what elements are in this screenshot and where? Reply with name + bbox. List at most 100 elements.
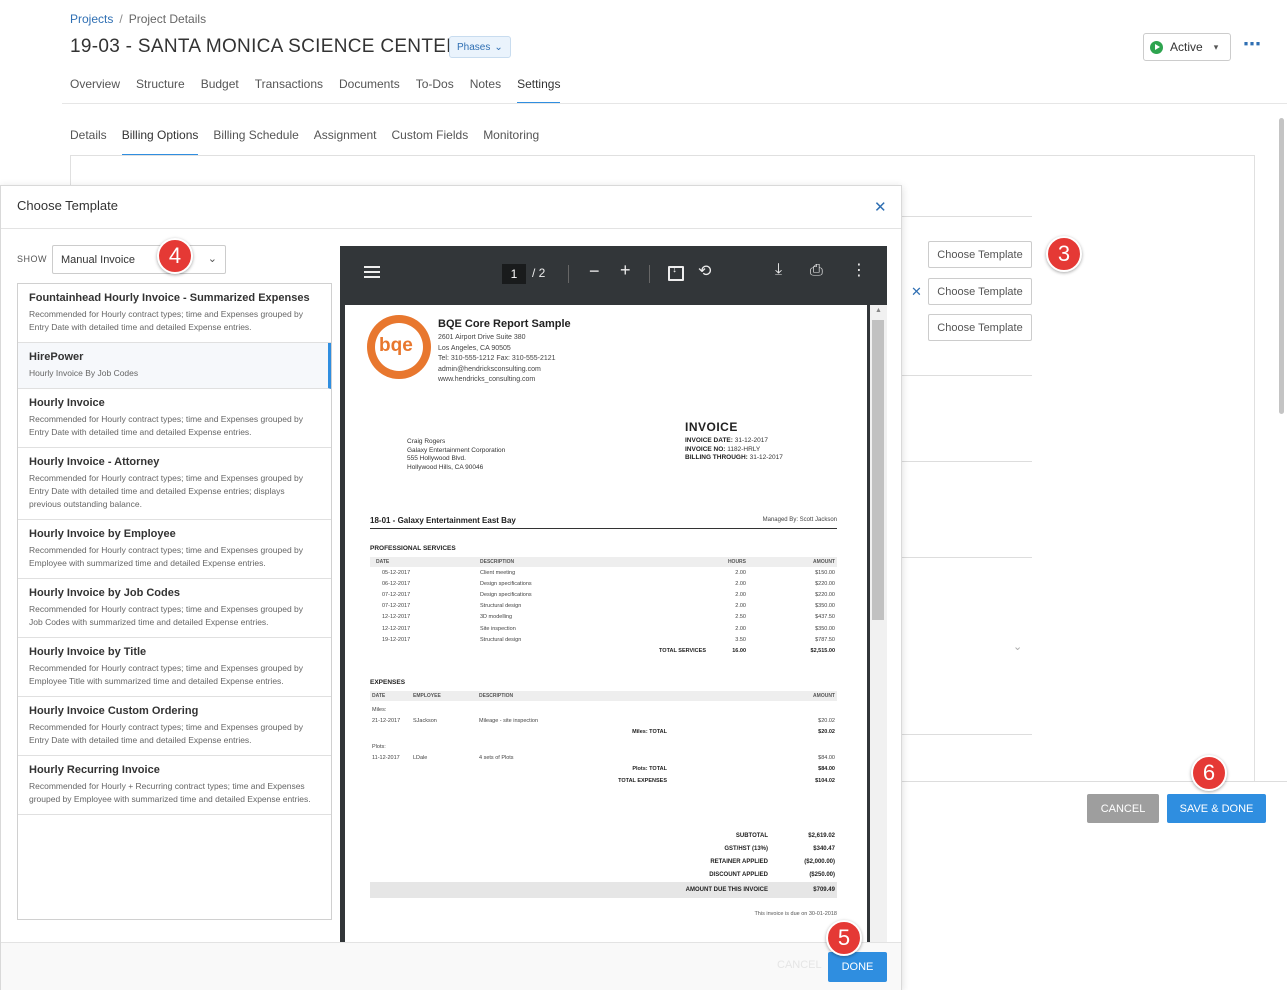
invoice-summary: SUBTOTAL$2,619.02 GST/HST (13%)$340.47 R… (370, 829, 837, 898)
pdf-page-input[interactable]: 1 (502, 264, 526, 284)
template-item[interactable]: Hourly Invoice by Employee Recommended f… (18, 520, 331, 579)
tab-settings[interactable]: Settings (517, 77, 560, 104)
fit-page-icon[interactable] (668, 266, 684, 281)
subtab-monitoring[interactable]: Monitoring (483, 128, 539, 156)
group-row: Plots: (370, 738, 837, 753)
cell: $350.00 (748, 601, 837, 612)
template-item-selected[interactable]: HirePower Hourly Invoice By Job Codes (18, 343, 331, 389)
page-scrollbar[interactable] (1278, 112, 1285, 780)
cell: $84.00 (737, 753, 837, 764)
breadcrumb-projects-link[interactable]: Projects (70, 12, 113, 26)
template-item[interactable]: Hourly Invoice Custom Ordering Recommend… (18, 697, 331, 756)
cell: SJackson (411, 716, 477, 727)
total-row: TOTAL EXPENSES$104.02 (370, 775, 837, 786)
services-label: PROFESSIONAL SERVICES (370, 545, 456, 552)
done-button[interactable]: DONE (828, 952, 887, 982)
show-label: SHOW (17, 254, 47, 264)
chevron-down-icon[interactable]: ⌄ (1013, 640, 1022, 653)
tab-overview[interactable]: Overview (70, 77, 120, 104)
pdf-scrollbar[interactable]: ▲ (870, 305, 887, 946)
cell: Design specifications (478, 589, 708, 600)
template-description: Recommended for Hourly contract types; t… (29, 472, 319, 511)
tab-structure[interactable]: Structure (136, 77, 185, 104)
col-description: DESCRIPTION (477, 691, 737, 701)
more-options-icon[interactable]: ⋯ (1243, 38, 1262, 50)
tab-notes[interactable]: Notes (470, 77, 501, 104)
save-and-done-button[interactable]: SAVE & DONE (1167, 794, 1266, 823)
cell: $787.50 (748, 634, 837, 645)
template-description: Hourly Invoice By Job Codes (29, 367, 316, 380)
subtotal-amount: $20.02 (737, 727, 837, 738)
menu-icon[interactable] (364, 266, 380, 281)
table-row: 12-12-20173D modelling2.50$437.50 (370, 612, 837, 623)
summary-value: $340.47 (770, 842, 837, 855)
chevron-down-icon: ▾ (1214, 42, 1219, 53)
divider (902, 461, 1032, 462)
zoom-out-icon[interactable]: − (589, 261, 600, 282)
tab-budget[interactable]: Budget (201, 77, 239, 104)
phases-dropdown[interactable]: Phases ⌄ (449, 36, 511, 58)
modal-cancel-button[interactable]: CANCEL (777, 959, 822, 971)
group-label: Plots: (370, 738, 837, 753)
breadcrumb: Projects/Project Details (70, 12, 206, 26)
table-row: 19-12-2017Structural design3.50$787.50 (370, 634, 837, 645)
subtab-billing-options[interactable]: Billing Options (122, 128, 199, 156)
pdf-page-total: / 2 (532, 266, 545, 280)
subtab-billing-schedule[interactable]: Billing Schedule (213, 128, 298, 156)
invoice-meta: INVOICE DATE: 31-12-2017 INVOICE NO: 118… (685, 437, 783, 463)
total-amount: $104.02 (737, 775, 837, 786)
expenses-label: EXPENSES (370, 679, 405, 686)
meta-label: INVOICE DATE: (685, 437, 733, 444)
template-item[interactable]: Fountainhead Hourly Invoice - Summarized… (18, 284, 331, 343)
divider (902, 216, 1032, 217)
download-icon[interactable]: ⤓ (775, 261, 782, 279)
template-item[interactable]: Hourly Invoice Recommended for Hourly co… (18, 389, 331, 448)
meta-label: INVOICE NO: (685, 446, 725, 453)
divider (902, 557, 1032, 558)
choose-template-button-1[interactable]: Choose Template (928, 241, 1032, 268)
remove-template-icon[interactable]: ✕ (911, 284, 922, 300)
tab-documents[interactable]: Documents (339, 77, 400, 104)
summary-row: SUBTOTAL$2,619.02 (370, 829, 837, 842)
choose-template-button-3[interactable]: Choose Template (928, 314, 1032, 341)
tab-transactions[interactable]: Transactions (255, 77, 323, 104)
tab-todos[interactable]: To-Dos (416, 77, 454, 104)
subtab-custom-fields[interactable]: Custom Fields (392, 128, 469, 156)
template-description: Recommended for Hourly contract types; t… (29, 544, 319, 570)
template-item[interactable]: Hourly Invoice by Job Codes Recommended … (18, 579, 331, 638)
total-amount: $2,515.00 (748, 645, 837, 656)
zoom-in-icon[interactable]: + (620, 260, 631, 281)
billing-through: 31-12-2017 (750, 454, 783, 461)
status-dropdown[interactable]: Active ▾ (1143, 33, 1231, 61)
template-type-select[interactable]: Manual Invoice ⌄ (52, 245, 226, 274)
template-item[interactable]: Hourly Invoice - Attorney Recommended fo… (18, 448, 331, 520)
invoice-client: Craig Rogers Galaxy Entertainment Corpor… (407, 438, 505, 472)
cell: 2.00 (708, 567, 748, 578)
template-item[interactable]: Hourly Invoice by Title Recommended for … (18, 638, 331, 697)
table-row: 07-12-2017Structural design2.00$350.00 (370, 601, 837, 612)
footer-divider (902, 781, 1287, 782)
cell: 3.50 (708, 634, 748, 645)
subtab-assignment[interactable]: Assignment (314, 128, 377, 156)
template-name: Hourly Recurring Invoice (29, 764, 319, 776)
scrollbar-thumb[interactable] (1279, 118, 1284, 414)
cell: 12-12-2017 (370, 623, 478, 634)
print-icon[interactable]: ⎙ (810, 262, 823, 280)
template-name: Hourly Invoice (29, 397, 319, 409)
subtotal-row: Miles: TOTAL$20.02 (370, 727, 837, 738)
client-line: Hollywood Hills, CA 90046 (407, 464, 505, 473)
cell: Structural design (478, 634, 708, 645)
subtab-details[interactable]: Details (70, 128, 107, 156)
col-employee: EMPLOYEE (411, 691, 477, 701)
template-name: Fountainhead Hourly Invoice - Summarized… (29, 292, 319, 304)
template-item[interactable]: Hourly Recurring Invoice Recommended for… (18, 756, 331, 815)
col-date: DATE (370, 557, 478, 567)
cancel-button[interactable]: CANCEL (1087, 794, 1159, 823)
cell: $150.00 (748, 567, 837, 578)
rotate-icon[interactable]: ⟲ (698, 261, 711, 281)
choose-template-button-2[interactable]: Choose Template (928, 278, 1032, 305)
close-icon[interactable]: ✕ (874, 198, 887, 216)
scroll-up-icon[interactable]: ▲ (875, 307, 882, 314)
more-vertical-icon[interactable]: ⋮ (851, 260, 867, 280)
scrollbar-thumb[interactable] (872, 320, 884, 620)
